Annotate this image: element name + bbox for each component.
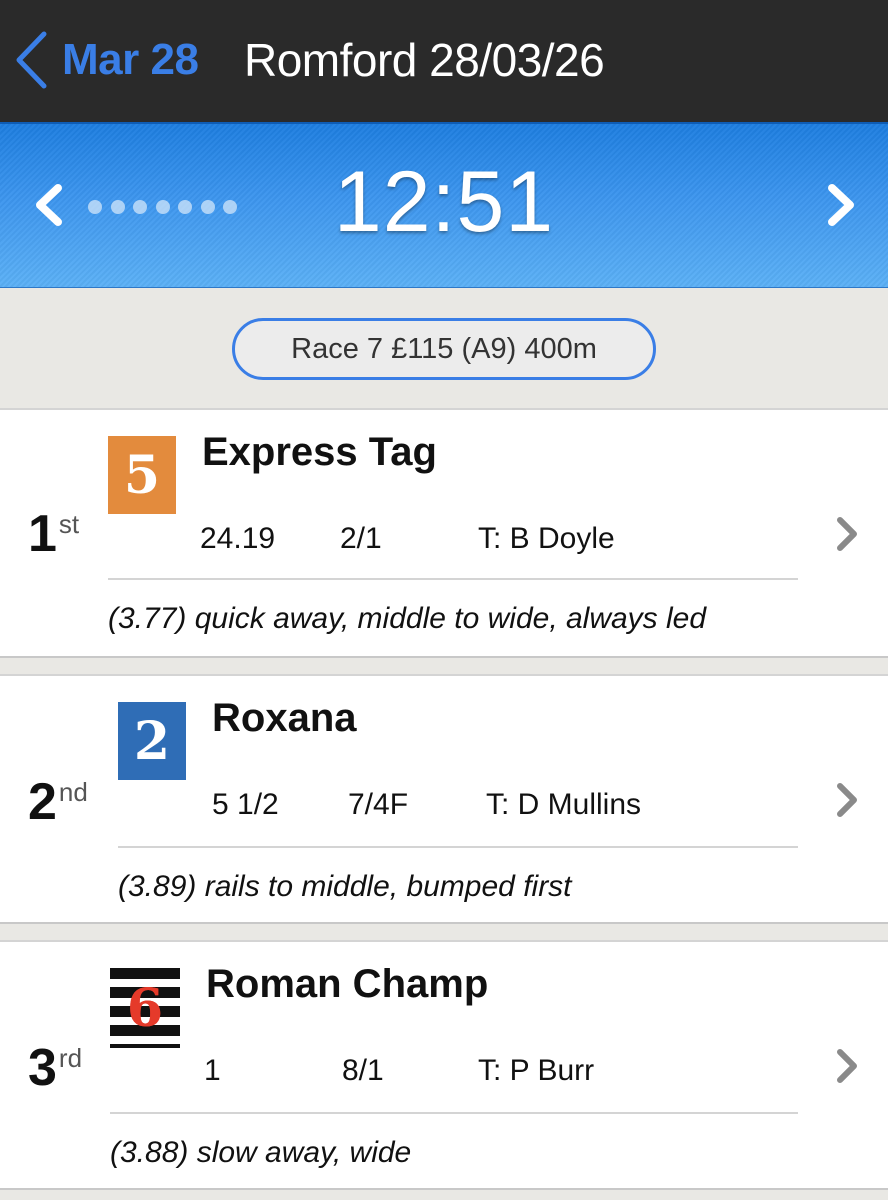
runner-name: Roman Champ xyxy=(206,962,489,1006)
chevron-right-icon xyxy=(837,517,857,551)
finish-position: 1st xyxy=(28,505,80,563)
runner-distance: 5 1/2 xyxy=(212,788,279,821)
runner-odds: 2/1 xyxy=(340,522,382,555)
nav-bar: Mar 28 Romford 28/03/26 xyxy=(0,0,888,122)
chevron-left-icon xyxy=(16,31,47,89)
race-comment: (3.89) rails to middle, bumped first xyxy=(118,870,572,903)
runner-trainer: T: P Burr xyxy=(478,1054,595,1087)
back-button[interactable]: Mar 28 xyxy=(14,30,199,90)
next-race-button[interactable] xyxy=(820,180,860,230)
runner-row[interactable]: 2nd 2 Roxana 5 1/2 7/4F T: D Mullins (3.… xyxy=(0,674,888,924)
race-info-strip: Race 7 £115 (A9) 400m xyxy=(0,288,888,408)
chevron-right-icon xyxy=(828,184,854,226)
race-comment: (3.77) quick away, middle to wide, alway… xyxy=(108,602,707,635)
finish-position: 3rd xyxy=(28,1039,83,1097)
race-time: 12:51 xyxy=(333,154,555,250)
runner-row[interactable]: 1st 5 Express Tag 24.19 2/1 T: B Doyle (… xyxy=(0,408,888,658)
trap-2-icon: 2 xyxy=(118,702,186,780)
runner-trainer: T: D Mullins xyxy=(486,788,642,821)
divider xyxy=(118,846,798,848)
finish-position: 2nd xyxy=(28,773,88,831)
race-comment: (3.88) slow away, wide xyxy=(110,1136,412,1169)
trap-6-icon: 6 xyxy=(110,968,180,1048)
runner-name: Roxana xyxy=(212,696,357,740)
runner-name: Express Tag xyxy=(202,430,437,474)
divider xyxy=(108,578,798,580)
chevron-right-icon xyxy=(837,783,857,817)
runner-odds: 8/1 xyxy=(342,1054,384,1087)
race-info-badge[interactable]: Race 7 £115 (A9) 400m xyxy=(232,318,656,380)
race-time-header: 12:51 xyxy=(0,122,888,288)
back-button-label: Mar 28 xyxy=(62,35,199,84)
runner-trainer: T: B Doyle xyxy=(478,522,615,555)
page-title: Romford 28/03/26 xyxy=(244,34,605,86)
divider xyxy=(110,1112,798,1114)
runner-row[interactable]: 3rd 6 Roman Champ 1 8/1 T: P Burr (3.88)… xyxy=(0,940,888,1190)
trap-5-icon: 5 xyxy=(108,436,176,514)
runner-odds: 7/4F xyxy=(348,788,409,821)
chevron-right-icon xyxy=(837,1049,857,1083)
runner-time: 24.19 xyxy=(200,522,276,555)
runner-distance: 1 xyxy=(204,1054,221,1087)
